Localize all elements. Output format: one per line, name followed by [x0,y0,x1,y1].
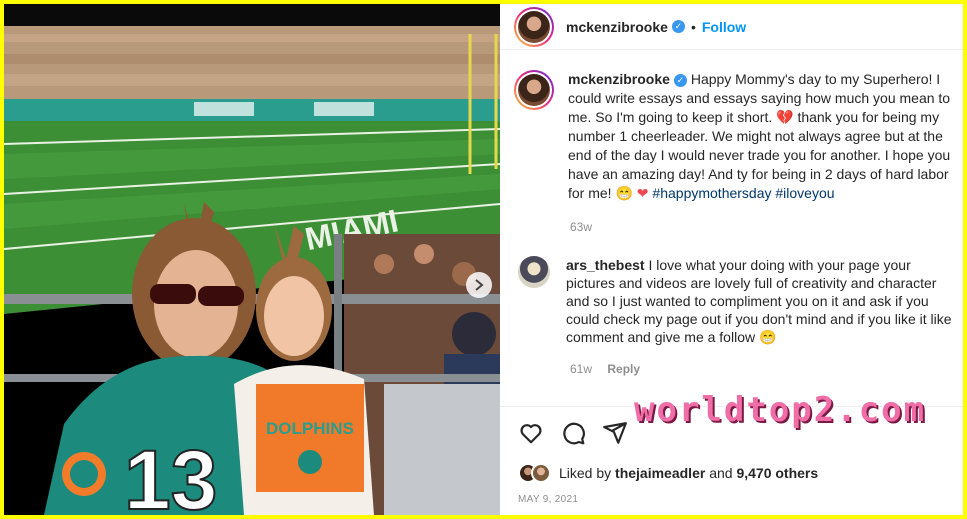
commenter-avatar[interactable] [518,256,550,288]
broken-heart-emoji: 💔 [776,109,794,125]
photo-illustration: MIAMI 13 DOLPHINS [4,4,500,515]
heart-icon[interactable] [518,420,544,446]
grin-emoji: 😁 [615,185,633,201]
caption-text: mckenzibrooke ✓ Happy Mommy's day to my S… [568,70,963,203]
follow-button[interactable]: Follow [702,19,746,35]
verified-badge-icon: ✓ [673,73,687,87]
caption-author-avatar[interactable] [514,70,554,110]
likes-summary: Liked by thejaimeadler and 9,470 others [518,463,818,483]
post-date[interactable]: MAY 9, 2021 [518,494,578,505]
post-photo[interactable]: MIAMI 13 DOLPHINS [4,4,500,515]
next-photo-button[interactable] [466,272,492,298]
caption-username[interactable]: mckenzibrooke [568,71,670,87]
author-avatar[interactable] [514,6,554,47]
comment-icon[interactable] [560,420,586,446]
comment-timestamp[interactable]: 61w [570,362,592,376]
likes-prefix: Liked by [559,465,612,481]
post-side-panel: mckenzibrooke ✓ • Follow mckenzibrooke ✓ … [500,4,963,515]
hashtag-happymothersday[interactable]: #happymothersday [652,185,771,201]
caption-timestamp[interactable]: 63w [570,220,592,234]
watermark-text: worldtop2.com [634,390,927,430]
author-username[interactable]: mckenzibrooke [566,19,668,35]
chevron-right-icon [475,279,484,291]
separator-dot: • [690,18,696,35]
share-icon[interactable] [602,420,628,446]
verified-badge-icon: ✓ [671,20,685,33]
red-heart-emoji: ❤ [636,185,649,201]
grin-emoji: 😁 [758,329,777,345]
liker-username[interactable]: thejaimeadler [615,465,705,481]
reply-button[interactable]: Reply [607,362,640,376]
liker-avatar[interactable] [531,463,551,483]
action-bar [518,420,628,446]
jersey-lettering: DOLPHINS [266,419,354,438]
comment-meta: 61w Reply [570,362,640,376]
likes-count[interactable]: 9,470 others [736,465,818,481]
likes-and: and [709,465,733,481]
commenter-username[interactable]: ars_thebest [566,257,645,273]
post-caption: mckenzibrooke ✓ Happy Mommy's day to my S… [514,70,963,203]
comment-text: ars_thebest I love what your doing with … [566,256,958,346]
jersey-number: 13 [124,433,217,515]
post-header: mckenzibrooke ✓ • Follow [500,4,963,50]
hashtag-iloveyou[interactable]: #iloveyou [775,185,834,201]
comment-item: ars_thebest I love what your doing with … [518,256,958,346]
screenshot-frame: MIAMI 13 DOLPHINS mckenzibrooke ✓ • Foll… [4,4,963,515]
